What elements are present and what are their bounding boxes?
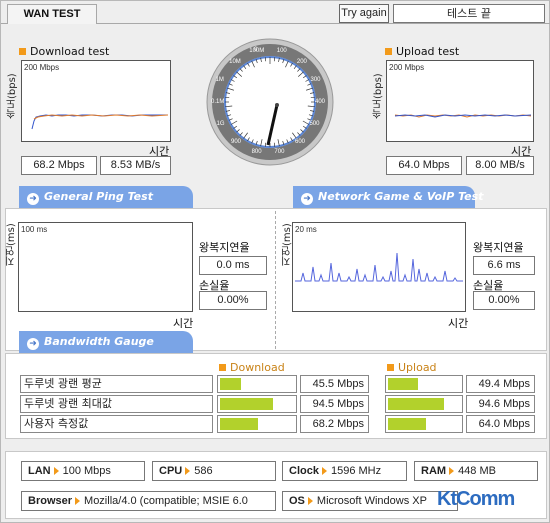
gauge-tick-label: 10M bbox=[229, 58, 241, 65]
try-again-button[interactable]: Try again bbox=[339, 4, 389, 23]
upload-bar bbox=[385, 395, 463, 413]
wan-test-window: WAN TEST Try again 테스트 끝 Download test 속… bbox=[0, 0, 550, 523]
download-line bbox=[31, 114, 169, 130]
upload-marker-icon bbox=[387, 364, 394, 371]
cpu-info: CPU 586 bbox=[152, 461, 276, 481]
gauge-tick-label: 1G bbox=[216, 121, 225, 128]
download-marker-icon bbox=[19, 48, 26, 55]
upload-graph: 200 Mbps bbox=[386, 60, 534, 142]
gauge-tick-label: 800 bbox=[251, 148, 262, 155]
upload-marker-icon bbox=[385, 48, 392, 55]
download-bar bbox=[217, 395, 297, 413]
triangle-right-icon bbox=[75, 497, 81, 505]
gauge-tick-label: 900 bbox=[230, 138, 241, 145]
ping-latency-label: 왕복지연율 bbox=[199, 241, 250, 254]
section-bandwidth-gauge: ➜ Bandwidth Gauge bbox=[19, 331, 193, 353]
download-mbps-value: 68.2 Mbps bbox=[21, 156, 97, 175]
section-general-ping: ➜ General Ping Test bbox=[19, 186, 193, 208]
download-bar-fill bbox=[220, 418, 258, 430]
ping-latency-value: 0.0 ms bbox=[199, 256, 267, 275]
ping-scale: 100 ms bbox=[21, 225, 48, 234]
gauge-tick-label: 1M bbox=[215, 76, 224, 83]
upload-mbps-value: 64.0 Mbps bbox=[386, 156, 462, 175]
ktcomm-logo: KtComm bbox=[437, 488, 515, 510]
triangle-right-icon bbox=[307, 497, 313, 505]
clock-info: Clock 1596 MHz bbox=[282, 461, 407, 481]
upload-line bbox=[394, 114, 532, 118]
tab-wan-test[interactable]: WAN TEST bbox=[7, 4, 97, 24]
ping-axis-label: 지연(ms) bbox=[6, 223, 17, 266]
bandwidth-row-label: 사용자 측정값 bbox=[20, 415, 213, 433]
upload-bar-fill bbox=[388, 378, 418, 390]
browser-info: Browser Mozilla/4.0 (compatible; MSIE 6.0 bbox=[21, 491, 276, 511]
triangle-right-icon bbox=[53, 467, 59, 475]
triangle-right-icon bbox=[449, 467, 455, 475]
os-info: OS Microsoft Windows XP bbox=[282, 491, 458, 511]
download-marker-icon bbox=[219, 364, 226, 371]
game-latency-label: 왕복지연율 bbox=[473, 241, 524, 254]
download-title: Download test bbox=[19, 45, 109, 58]
bandwidth-row-label: 두루넷 광랜 평균 bbox=[20, 375, 213, 393]
upload-mbs-value: 8.00 MB/s bbox=[466, 156, 534, 175]
download-value: 45.5 Mbps bbox=[300, 375, 369, 393]
ram-info: RAM 448 MB bbox=[414, 461, 538, 481]
ping-time-label: 시간 bbox=[173, 317, 194, 330]
upload-bar bbox=[385, 375, 463, 393]
ping-divider bbox=[275, 211, 276, 349]
gauge-tick-label: 100 bbox=[276, 47, 287, 54]
upload-value: 49.4 Mbps bbox=[466, 375, 535, 393]
download-graph: 200 Mbps bbox=[21, 60, 171, 142]
download-bar bbox=[217, 415, 297, 433]
triangle-right-icon bbox=[185, 467, 191, 475]
upload-axis-label: 속도(bps) bbox=[373, 73, 384, 119]
gauge-tick-label: 700 bbox=[274, 148, 285, 155]
bandwidth-download-header: Download bbox=[219, 361, 285, 374]
game-latency-line bbox=[295, 252, 463, 282]
download-bar-fill bbox=[220, 398, 273, 410]
gauge-tick-label: 100M bbox=[249, 47, 265, 54]
upload-value: 64.0 Mbps bbox=[466, 415, 535, 433]
game-time-label: 시간 bbox=[448, 317, 469, 330]
status-display: 테스트 끝 bbox=[393, 4, 545, 23]
lan-info: LAN 100 Mbps bbox=[21, 461, 145, 481]
game-graph: 20 ms bbox=[292, 222, 466, 312]
game-loss-value: 0.00% bbox=[473, 291, 535, 310]
arrow-right-icon: ➜ bbox=[301, 193, 313, 205]
upload-value: 94.6 Mbps bbox=[466, 395, 535, 413]
download-value: 94.5 Mbps bbox=[300, 395, 369, 413]
ping-graph: 100 ms bbox=[18, 222, 193, 312]
bandwidth-row-label: 두루넷 광랜 최대값 bbox=[20, 395, 213, 413]
bandwidth-upload-header: Upload bbox=[387, 361, 437, 374]
upload-bar-fill bbox=[388, 418, 426, 430]
upload-bar bbox=[385, 415, 463, 433]
game-latency-value: 6.6 ms bbox=[473, 256, 535, 275]
gauge-tick-label: 300 bbox=[310, 76, 321, 83]
upload-bar-fill bbox=[388, 398, 444, 410]
section-network-game: ➜ Network Game & VoIP Test bbox=[293, 186, 483, 208]
gauge-tick-label: 0.1M bbox=[211, 99, 225, 106]
gauge-tick-label: 500 bbox=[309, 121, 320, 128]
download-bar-fill bbox=[220, 378, 241, 390]
arrow-right-icon: ➜ bbox=[27, 193, 39, 205]
gauge-tick-label: 600 bbox=[295, 138, 306, 145]
download-axis-label: 속도(bps) bbox=[7, 73, 18, 119]
download-mbs-value: 8.53 MB/s bbox=[100, 156, 171, 175]
download-bar bbox=[217, 375, 297, 393]
ping-loss-value: 0.00% bbox=[199, 291, 267, 310]
triangle-right-icon bbox=[321, 467, 327, 475]
gauge-tick-label: 400 bbox=[314, 99, 325, 106]
upload-title: Upload test bbox=[385, 45, 459, 58]
arrow-right-icon: ➜ bbox=[27, 338, 39, 350]
gauge-tick-label: 200 bbox=[296, 58, 307, 65]
download-value: 68.2 Mbps bbox=[300, 415, 369, 433]
gauge-scale-labels: 0 100 200 300 400 500 600 700 800 900 1G 0.1M 1M 10M 1… bbox=[205, 37, 335, 167]
speed-gauge: 0 100 200 300 400 500 600 700 800 900 1G 0.1M 1M 10M 1… bbox=[205, 37, 335, 167]
